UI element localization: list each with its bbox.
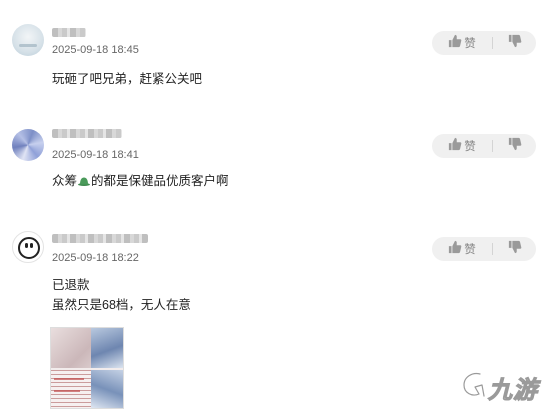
comment-text-part: 的都是保健品优质客户啊 — [91, 174, 229, 188]
comment-text-line: 虽然只是68档，无人在意 — [52, 298, 191, 312]
username-blurred[interactable] — [52, 234, 148, 243]
comment-timestamp: 2025-09-18 18:41 — [52, 149, 139, 161]
comment-timestamp: 2025-09-18 18:22 — [52, 252, 139, 264]
green-hat-emoji — [78, 173, 91, 186]
comment-text: 众筹 的都是保健品优质客户啊 — [52, 172, 229, 191]
like-button[interactable]: 赞 — [432, 237, 492, 261]
watermark-text: 九游 — [488, 376, 538, 405]
watermark-logo: 九游 — [460, 370, 538, 405]
like-label: 赞 — [464, 244, 476, 256]
thumbs-down-icon — [508, 137, 522, 156]
thumbs-down-icon — [508, 240, 522, 259]
comment-item: 2025-09-18 18:22 赞 已退款 虽然只是68档，无人在意 — [0, 0, 550, 409]
jiuyou-logo-icon — [460, 370, 487, 405]
dislike-button[interactable] — [493, 237, 536, 261]
avatar[interactable] — [12, 231, 44, 263]
comment-actions: 赞 — [432, 134, 536, 158]
like-label: 赞 — [464, 141, 476, 153]
thumbs-up-icon — [448, 137, 462, 156]
comment-text-part: 众筹 — [52, 174, 78, 188]
attached-image-thumbnail[interactable] — [50, 327, 124, 409]
comment-actions: 赞 — [432, 237, 536, 261]
username-blurred[interactable] — [52, 129, 122, 138]
avatar[interactable] — [12, 129, 44, 161]
comment-text-line: 已退款 — [52, 278, 90, 292]
thumbs-up-icon — [448, 240, 462, 259]
dislike-button[interactable] — [493, 134, 536, 158]
like-button[interactable]: 赞 — [432, 134, 492, 158]
